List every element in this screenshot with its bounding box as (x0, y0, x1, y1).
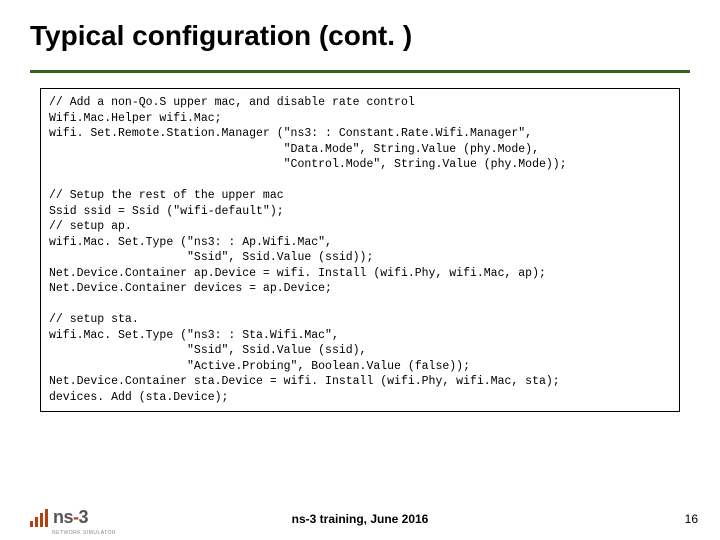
code-text: // Add a non-Qo.S upper mac, and disable… (49, 95, 671, 405)
logo-subtext: NETWORK SIMULATOR (52, 530, 116, 536)
slide: Typical configuration (cont. ) // Add a … (0, 0, 720, 540)
title-underline (30, 70, 690, 73)
page-number: 16 (685, 512, 698, 526)
code-block: // Add a non-Qo.S upper mac, and disable… (40, 88, 680, 412)
footer-text: ns-3 training, June 2016 (0, 512, 720, 526)
slide-title: Typical configuration (cont. ) (30, 20, 412, 52)
